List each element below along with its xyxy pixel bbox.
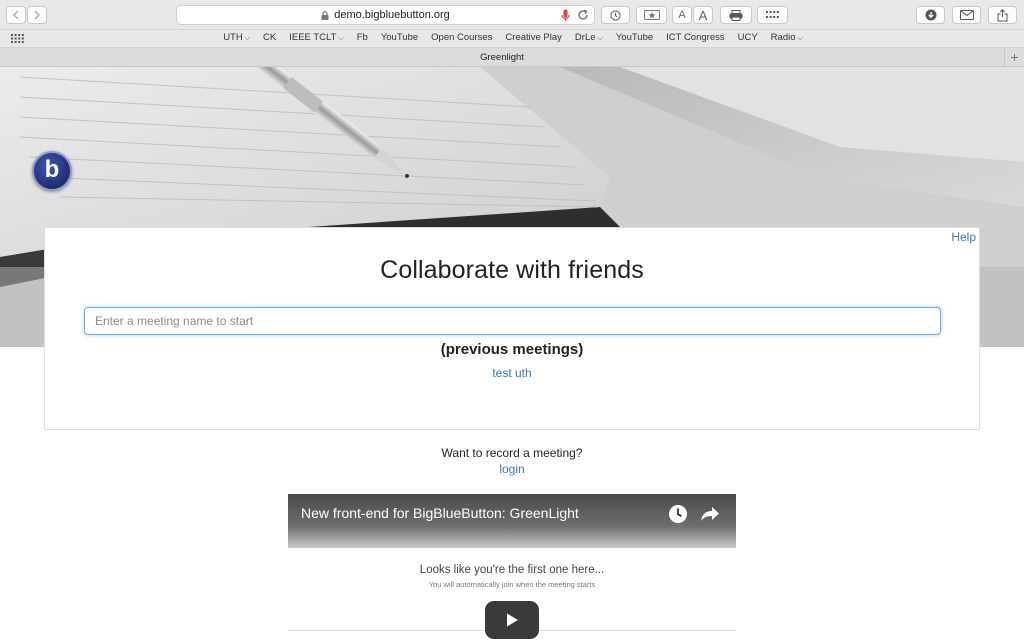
logo-letter: b [44, 156, 60, 183]
favorite-item[interactable]: Open Courses [431, 32, 492, 43]
favorite-item[interactable]: Fb [357, 32, 368, 43]
video-header: New front-end for BigBlueButton: GreenLi… [288, 494, 736, 548]
favorite-item[interactable]: YouTube [381, 32, 418, 43]
favorites-bar: UTH ⌵ CK IEEE TCLT ⌵ Fb YouTube Open Cours… [0, 30, 1024, 48]
help-link[interactable]: Help [951, 230, 976, 244]
printer-icon [729, 9, 743, 21]
favorite-label: IEEE TCLT [289, 32, 337, 43]
share-button[interactable] [988, 6, 1017, 24]
video-title[interactable]: New front-end for BigBlueButton: GreenLi… [301, 505, 579, 521]
meeting-name-input[interactable] [84, 307, 941, 335]
video-message: Looks like you're the first one here... [419, 564, 605, 576]
clock-icon [610, 9, 621, 21]
favorite-item[interactable]: UCY [738, 32, 758, 43]
back-button[interactable] [6, 6, 26, 24]
record-question: Want to record a meeting? [441, 446, 583, 460]
address-bar[interactable]: demo.bigbluebutton.org [176, 5, 595, 25]
new-tab-button[interactable]: + [1004, 48, 1024, 67]
tab-greenlight[interactable]: Greenlight [0, 52, 1004, 63]
favorite-item[interactable]: Creative Play [505, 32, 562, 43]
favorite-label: UTH [223, 32, 243, 43]
reload-icon[interactable] [577, 9, 589, 21]
video-embed[interactable]: New front-end for BigBlueButton: GreenLi… [288, 494, 736, 640]
video-submessage: You will automatically join when the mee… [428, 580, 596, 589]
favorite-item[interactable]: CK [263, 32, 276, 43]
mail-button[interactable] [952, 6, 981, 24]
favorite-label: CK [263, 32, 277, 43]
bookmark-star-icon [643, 10, 660, 20]
chevron-right-icon [34, 10, 40, 20]
chevron-down-icon: ⌵ [797, 35, 803, 42]
bookmarks-button[interactable] [636, 6, 667, 24]
favorite-label: Radio [770, 32, 796, 43]
login-link[interactable]: login [0, 462, 1024, 476]
play-icon [507, 613, 518, 627]
page-title: Collaborate with friends [380, 256, 644, 284]
chevron-down-icon: ⌵ [244, 35, 251, 42]
favorite-label: Open Courses [431, 32, 493, 43]
favorites-list: UTH ⌵ CK IEEE TCLT ⌵ Fb YouTube Open Cours… [0, 32, 1024, 43]
previous-meeting-link[interactable]: test uth [45, 366, 979, 380]
share-icon [997, 8, 1008, 21]
favorite-item[interactable]: Radio ⌵ [771, 32, 803, 43]
microphone-icon[interactable] [561, 9, 570, 22]
favorite-label: YouTube [380, 32, 419, 43]
favorite-label: YouTube [615, 32, 654, 43]
download-icon [925, 9, 936, 21]
share-icon[interactable] [700, 506, 720, 522]
font-larger-button[interactable]: A [693, 6, 713, 24]
extensions-button[interactable] [757, 6, 788, 24]
bigbluebutton-logo[interactable]: b [32, 151, 72, 191]
browser-toolbar: demo.bigbluebutton.org A A [0, 0, 1024, 30]
chevron-down-icon: ⌵ [597, 35, 603, 42]
tab-bar: Greenlight + [0, 48, 1024, 67]
grid-icon [766, 11, 779, 18]
clock-icon[interactable] [668, 504, 688, 524]
chevron-left-icon [13, 10, 19, 20]
favorite-label: ICT Congress [666, 32, 725, 43]
mail-icon [959, 10, 974, 20]
forward-button[interactable] [27, 6, 47, 24]
previous-meetings-heading: (previous meetings) [440, 341, 584, 358]
favorite-item[interactable]: ICT Congress [666, 32, 724, 43]
favorite-label: Fb [356, 32, 368, 43]
lock-icon [321, 10, 329, 20]
meeting-card: Help Collaborate with friends (previous … [44, 227, 980, 430]
font-smaller-button[interactable]: A [672, 6, 692, 24]
play-button[interactable] [485, 601, 539, 639]
history-button[interactable] [601, 6, 630, 24]
downloads-button[interactable] [916, 6, 945, 24]
favorite-item[interactable]: UTH ⌵ [223, 32, 250, 43]
address-text: demo.bigbluebutton.org [334, 9, 450, 21]
favorite-label: UCY [737, 32, 758, 43]
print-button[interactable] [720, 6, 752, 24]
favorite-item[interactable]: YouTube [616, 32, 653, 43]
favorite-label: DrLe [574, 32, 596, 43]
chevron-down-icon: ⌵ [338, 35, 344, 42]
favorite-label: Creative Play [505, 32, 562, 43]
favorite-item[interactable]: DrLe ⌵ [575, 32, 603, 43]
favorite-item[interactable]: IEEE TCLT ⌵ [289, 32, 343, 43]
